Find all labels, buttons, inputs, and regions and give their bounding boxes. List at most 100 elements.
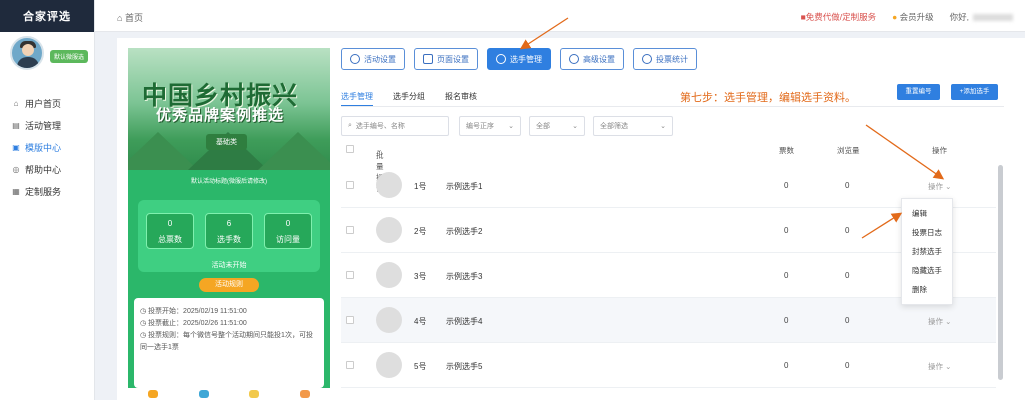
batch-ops-header[interactable]: 批量操作 ⌄ [376,145,384,193]
player-number: 1号 [414,182,427,191]
breadcrumb[interactable]: ⌂ 首页 [117,11,143,24]
table-row[interactable]: 1号 示例选手1 0 0 操作 ⌄ [341,163,996,208]
stat-label: 总票数 [158,235,182,244]
player-number: 4号 [414,317,427,326]
player-views: 0 [845,316,850,325]
rules-button[interactable]: 活动规则 [199,278,259,292]
tab-signup-review[interactable]: 报名审核 [445,91,477,107]
row-ops-dropdown[interactable]: 操作 ⌄ [928,181,951,192]
player-management-button[interactable]: 选手管理 [487,48,551,70]
sidebar-item-template[interactable]: ▣ 模版中心 [0,136,95,158]
stat-total-votes: 0 总票数 [146,213,194,249]
info-icon: ◷ [140,332,149,339]
ops-header: 操作 [932,146,947,155]
top-right-links: ■免费代做/定制服务 ● 会员升级 你好, [801,11,1013,23]
nav-trophy-icon[interactable] [249,390,260,398]
row-checkbox[interactable] [346,271,354,279]
menu-item-vote-log[interactable]: 投票日志 [902,223,952,242]
search-icon: ⌕ [348,122,352,129]
sidebar-item-home[interactable]: ⌂ 用户首页 [0,92,95,114]
settings-icon [350,54,360,64]
stats-icon [642,54,652,64]
select-all-checkbox[interactable] [346,145,354,153]
menu-item-hide-player[interactable]: 隐藏选手 [902,261,952,280]
filter-bar: ⌕ 选手编号、名称 编号正序 ⌄ 全部 ⌄ 全部筛选 ⌄ [341,116,673,136]
chevron-down-icon: ⌄ [660,123,666,130]
row-checkbox[interactable] [346,226,354,234]
sidebar-item-label: 用户首页 [25,98,62,109]
nav-home-icon[interactable] [148,390,159,398]
player-votes: 0 [784,181,789,190]
user-greeting[interactable]: 你好, [950,11,1013,23]
player-votes: 0 [784,361,789,370]
nav-signup-icon[interactable] [299,390,310,398]
sidebar-menu: ⌂ 用户首页 ▤ 活动管理 ▣ 模版中心 ◎ 帮助中心 ▦ 定制服务 [0,92,95,202]
vip-upgrade-link[interactable]: ● 会员升级 [892,11,934,23]
sidebar: 合家评选 默认微服选 ⌂ 用户首页 ▤ 活动管理 ▣ 模版中心 ◎ 帮助中心 ▦ 定制服务 [0,0,95,400]
vote-end-label: 投票截止：2025/02/26 11:51:00 [148,320,247,327]
tabs-divider [341,106,1004,107]
stat-label: 访问量 [276,235,300,244]
sidebar-item-custom[interactable]: ▦ 定制服务 [0,180,95,202]
menu-item-edit[interactable]: 编辑 [902,204,952,223]
tab-player-groups[interactable]: 选手分组 [393,91,425,107]
vote-end-text: ◷ 投票截止：2025/02/26 11:51:00 [140,318,318,330]
row-checkbox[interactable] [346,316,354,324]
search-input[interactable]: ⌕ 选手编号、名称 [341,116,449,136]
user-badge: 默认微服选 [50,50,89,63]
tab-player-management[interactable]: 选手管理 [341,91,373,107]
player-avatar [376,352,402,378]
button-label: 页面设置 [437,54,469,64]
nav-rank-icon[interactable] [198,390,209,398]
table-row[interactable]: 3号 示例选手3 0 0 [341,253,996,298]
home-icon: ⌂ [117,13,125,23]
ops-label: 操作 [928,182,943,191]
player-votes: 0 [784,271,789,280]
menu-item-delete[interactable]: 删除 [902,280,952,299]
brand-logo[interactable]: 合家评选 [0,0,94,32]
player-views: 0 [845,361,850,370]
table-row[interactable]: 4号 示例选手4 0 0 操作 ⌄ [341,298,996,343]
sidebar-item-activity[interactable]: ▤ 活动管理 [0,114,95,136]
button-label: 高级设置 [583,54,615,64]
player-votes: 0 [784,226,789,235]
row-checkbox[interactable] [346,361,354,369]
player-number: 2号 [414,227,427,236]
activity-settings-button[interactable]: 活动设置 [341,48,405,70]
page-settings-button[interactable]: 页面设置 [414,48,478,70]
user-avatar[interactable] [10,36,44,70]
menu-item-ban-player[interactable]: 封禁选手 [902,242,952,261]
player-name: 示例选手4 [446,317,483,326]
player-number: 5号 [414,362,427,371]
row-checkbox[interactable] [346,181,354,189]
status-select[interactable]: 全部筛选 ⌄ [593,116,673,136]
player-votes: 0 [784,316,789,325]
sidebar-item-help[interactable]: ◎ 帮助中心 [0,158,95,180]
sort-value: 编号正序 [466,123,494,130]
advanced-settings-button[interactable]: 高级设置 [560,48,624,70]
stat-visits: 0 访问量 [264,213,312,249]
table-row[interactable]: 5号 示例选手5 0 0 操作 ⌄ [341,343,996,388]
row-ops-dropdown[interactable]: 操作 ⌄ [928,361,951,372]
free-service-link[interactable]: ■免费代做/定制服务 [801,11,877,23]
greeting-label: 你好, [949,12,969,22]
player-views: 0 [845,271,850,280]
username-blurred [973,14,1013,22]
banner-subtitle: 优秀品牌案例推选 [156,107,285,124]
stat-value: 6 [226,219,232,228]
vote-rule-text: ◷ 投票规则：每个微信号整个活动期间只能投1次，可投同一选手1票 [140,330,318,354]
reset-number-button[interactable]: 重置编号 [897,84,940,100]
player-name: 示例选手1 [446,182,483,191]
template-icon: ▣ [12,142,20,152]
add-player-button[interactable]: +添加选手 [951,84,998,100]
group-select[interactable]: 全部 ⌄ [529,116,585,136]
vote-stats-button[interactable]: 投票统计 [633,48,697,70]
sort-select[interactable]: 编号正序 ⌄ [459,116,521,136]
group-value: 全部 [536,123,550,130]
player-number: 3号 [414,272,427,281]
row-ops-dropdown[interactable]: 操作 ⌄ [928,316,951,327]
table-row[interactable]: 2号 示例选手2 0 0 [341,208,996,253]
table-scrollbar[interactable] [998,165,1003,380]
home-icon: ⌂ [13,98,19,108]
activity-title: 默认活动标题(微服后请修改) [191,179,267,185]
